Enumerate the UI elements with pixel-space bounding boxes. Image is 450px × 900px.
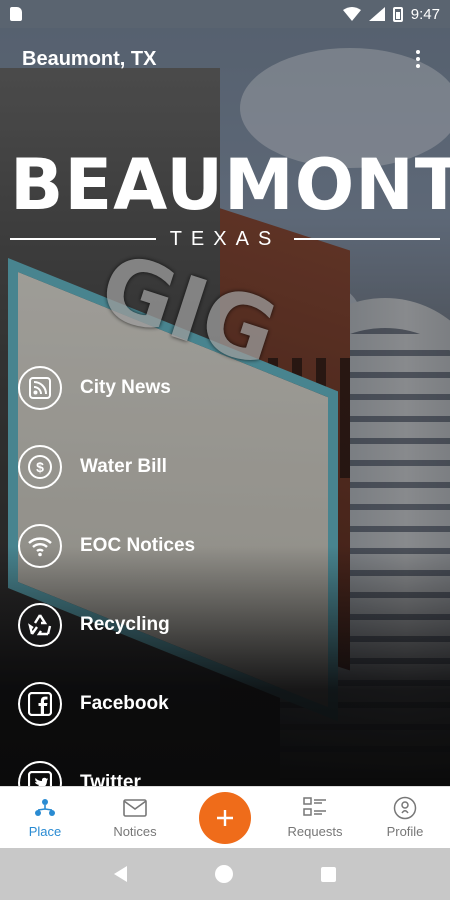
dollar-coin-icon: $ [18,444,62,489]
tab-profile[interactable]: Profile [360,787,450,848]
logo-divider-left [10,238,156,240]
requests-list-icon [303,796,327,820]
menu-item-facebook[interactable]: Facebook [18,664,318,743]
menu-label: Recycling [80,613,170,635]
menu-label: Facebook [80,692,169,714]
location-title[interactable]: Beaumont, TX [22,48,156,71]
status-bar: 9:47 [0,0,450,28]
tab-place[interactable]: Place [0,787,90,848]
menu-item-water-bill[interactable]: $ Water Bill [18,427,318,506]
home-icon[interactable] [215,865,233,883]
wifi-icon [18,523,62,568]
menu-item-eoc-notices[interactable]: EOC Notices [18,506,318,585]
profile-icon [393,796,417,820]
menu-item-recycling[interactable]: Recycling [18,585,318,664]
recent-apps-icon[interactable] [321,866,336,882]
add-button[interactable] [199,791,251,844]
bottom-navigation: Place Notices Requests Profile [0,786,450,848]
sd-card-icon [10,7,22,21]
tab-label: Profile [386,824,424,839]
tab-requests[interactable]: Requests [270,787,360,848]
place-icon [34,796,56,820]
facebook-icon [18,681,62,726]
app-bar: Beaumont, TX [0,28,450,90]
cell-signal-icon [368,7,385,21]
back-icon[interactable] [114,866,127,882]
menu-label: Water Bill [80,455,167,477]
menu-label: EOC Notices [80,534,196,556]
wifi-signal-icon [342,7,361,21]
more-options-icon[interactable] [408,47,428,71]
battery-icon [392,6,403,22]
svg-text:$: $ [36,459,44,475]
menu-label: City News [80,376,171,398]
system-navigation-bar [0,848,450,900]
tab-label: Requests [287,824,343,839]
tab-label: Notices [113,824,157,839]
logo-subtitle: TEXAS [169,227,281,250]
logo-divider-right [294,238,441,240]
status-time: 9:47 [410,5,440,23]
tab-label: Place [28,824,62,839]
city-logo: BEAUMONT TEXAS [0,145,450,255]
rss-icon [18,365,62,410]
envelope-icon [123,796,147,820]
recycle-icon [18,602,62,647]
menu-item-city-news[interactable]: City News [18,348,318,427]
home-menu: City News $ Water Bill EOC Notices Recyc… [18,348,318,822]
tab-notices[interactable]: Notices [90,787,180,848]
logo-wordmark: BEAUMONT [10,144,450,226]
